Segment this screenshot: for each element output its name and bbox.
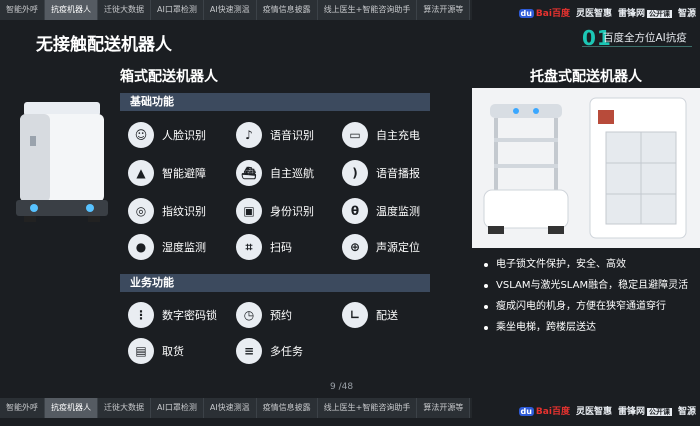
microphone-icon: ♪: [236, 122, 262, 148]
tab-6[interactable]: 线上医生+智能咨询助手: [317, 0, 418, 20]
thermometer-icon: θ: [342, 198, 368, 224]
brand-bar-bottom: du Bai百度 灵医智惠 雷锋网 公开课 智源: [518, 400, 696, 420]
basic-features-header: 基础功能: [120, 93, 430, 111]
tab-3[interactable]: AI口罩检测: [151, 0, 204, 20]
feature-identity: ▣ 身份识别: [236, 198, 314, 224]
baidu-logo: du Bai百度: [518, 8, 570, 19]
cone-icon: ▲: [128, 160, 154, 186]
feature-pickup: ▤ 取货: [128, 338, 184, 364]
tab-1[interactable]: 抗疫机器人: [45, 0, 98, 20]
keypad-icon: ⋮: [128, 302, 154, 328]
tab-7[interactable]: 算法开源等: [417, 398, 471, 418]
bottom-tab-bar: 智能外呼 抗疫机器人 迁徙大数据 AI口罩检测 AI快速测温 疫情信息披露 线上…: [0, 398, 472, 418]
feature-auto-cruise: ⛴ 自主巡航: [236, 160, 314, 186]
feature-fingerprint: ◎ 指纹识别: [128, 198, 206, 224]
tab-6[interactable]: 线上医生+智能咨询助手: [317, 398, 418, 418]
feature-delivery: ∟ 配送: [342, 302, 398, 328]
box-robot-title: 箱式配送机器人: [120, 69, 218, 85]
feature-digital-lock: ⋮ 数字密码锁: [128, 302, 217, 328]
bullet-item: 电子锁文件保护，安全、高效: [482, 258, 694, 272]
feature-obstacle-avoidance: ▲ 智能避障: [128, 160, 206, 186]
tray-robot-images: [483, 97, 687, 239]
tray-robot-bullets: 电子锁文件保护，安全、高效 VSLAM与激光SLAM融合，稳定且避障灵活 瘦成闪…: [482, 258, 694, 342]
target-icon: ⊕: [342, 234, 368, 260]
lingyi-logo: 灵医智惠: [575, 8, 612, 19]
page-number: 9 /48: [330, 382, 354, 392]
baidu-logo: du Bai百度: [518, 406, 570, 417]
delivery-icon: ∟: [342, 302, 368, 328]
zhiyuan-logo: 智源: [677, 8, 696, 19]
feature-voice-recognition: ♪ 语音识别: [236, 122, 314, 148]
feature-multitask: ≡ 多任务: [236, 338, 303, 364]
tab-2[interactable]: 迁徙大数据: [98, 398, 151, 418]
feature-scan: ⌗ 扫码: [236, 234, 292, 260]
tab-1[interactable]: 抗疫机器人: [45, 398, 98, 418]
lingyi-logo: 灵医智惠: [575, 406, 612, 417]
tray-robot-image-panel: [472, 88, 700, 248]
zhiyuan-logo: 智源: [677, 406, 696, 417]
section-underline: [582, 46, 692, 47]
leifeng-logo: 雷锋网 公开课: [617, 406, 672, 417]
broadcast-icon: ): [342, 160, 368, 186]
bullet-item: 瘦成闪电的机身，方便在狭窄通道穿行: [482, 300, 694, 314]
tab-4[interactable]: AI快速测温: [203, 398, 257, 418]
list-icon: ≡: [236, 338, 262, 364]
feature-sound-localization: ⊕ 声源定位: [342, 234, 420, 260]
clock-icon: ◷: [236, 302, 262, 328]
tab-0[interactable]: 智能外呼: [0, 398, 45, 418]
scan-icon: ⌗: [236, 234, 262, 260]
tab-2[interactable]: 迁徙大数据: [98, 0, 151, 20]
id-card-icon: ▣: [236, 198, 262, 224]
ship-icon: ⛴: [236, 160, 262, 186]
tab-3[interactable]: AI口罩检测: [151, 398, 204, 418]
top-tab-bar: 智能外呼 抗疫机器人 迁徙大数据 AI口罩检测 AI快速测温 疫情信息披露 线上…: [0, 0, 472, 20]
brand-bar-top: du Bai百度 灵医智惠 雷锋网 公开课 智源: [518, 2, 696, 22]
feature-reservation: ◷ 预约: [236, 302, 292, 328]
package-icon: ▤: [128, 338, 154, 364]
fingerprint-icon: ◎: [128, 198, 154, 224]
face-icon: ☺: [128, 122, 154, 148]
feature-temperature: θ 温度监测: [342, 198, 420, 224]
droplet-icon: ●: [128, 234, 154, 260]
tab-5[interactable]: 疫情信息披露: [256, 0, 318, 20]
leifeng-logo: 雷锋网 公开课: [617, 8, 672, 19]
tab-7[interactable]: 算法开源等: [417, 0, 471, 20]
feature-voice-broadcast: ) 语音播报: [342, 160, 420, 186]
business-features-header: 业务功能: [120, 274, 430, 292]
page-title: 无接触配送机器人: [36, 35, 172, 55]
feature-face-recognition: ☺ 人脸识别: [128, 122, 206, 148]
box-robot-image: [16, 102, 108, 222]
feature-auto-charge: ▭ 自主充电: [342, 122, 420, 148]
tab-5[interactable]: 疫情信息披露: [256, 398, 318, 418]
tab-0[interactable]: 智能外呼: [0, 0, 45, 20]
bullet-item: VSLAM与激光SLAM融合，稳定且避障灵活: [482, 279, 694, 293]
tray-robot-title: 托盘式配送机器人: [530, 69, 642, 85]
feature-humidity: ● 湿度监测: [128, 234, 206, 260]
bullet-item: 乘坐电梯，跨楼层送达: [482, 321, 694, 335]
tab-4[interactable]: AI快速测温: [203, 0, 257, 20]
battery-icon: ▭: [342, 122, 368, 148]
section-label: 百度全方位AI抗疫: [603, 32, 687, 44]
